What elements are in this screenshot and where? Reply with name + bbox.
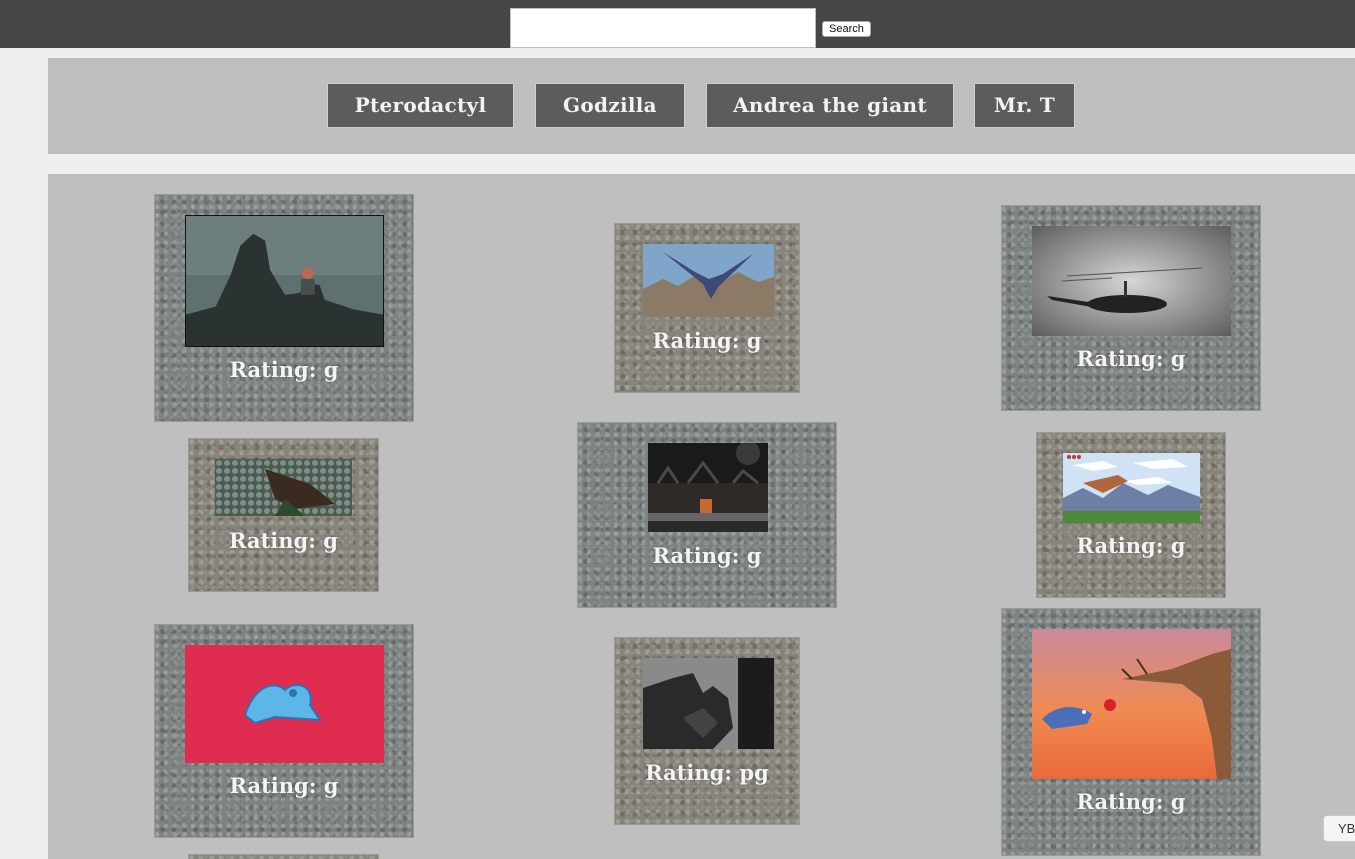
topic-button-godzilla[interactable]: Godzilla [535, 83, 685, 128]
gif-rating: Rating: g [1076, 789, 1186, 814]
gif-rating: Rating: g [652, 543, 762, 568]
gif-rating: Rating: g [229, 357, 339, 382]
gif-thumbnail[interactable] [185, 645, 384, 763]
gif-card[interactable]: Rating: g [1001, 205, 1261, 411]
search-input[interactable] [510, 8, 816, 48]
corner-tab[interactable]: YB [1323, 815, 1355, 842]
search-button[interactable]: Search [822, 21, 871, 37]
topic-button-mr-t[interactable]: Mr. T [974, 83, 1075, 128]
gif-card[interactable]: Rating: g [1001, 608, 1261, 856]
gif-rating: Rating: g [1076, 346, 1186, 371]
gif-rating: Rating: g [652, 328, 762, 353]
gif-card[interactable]: Rating: pg [614, 637, 800, 825]
gif-thumbnail[interactable] [643, 244, 774, 317]
gif-thumbnail[interactable] [1063, 453, 1200, 523]
gif-thumbnail[interactable] [643, 658, 774, 749]
gif-thumbnail[interactable] [648, 443, 768, 532]
gif-card[interactable]: Rating: g [188, 438, 379, 592]
gif-thumbnail[interactable] [215, 459, 352, 516]
gif-card[interactable]: Rating: g [577, 422, 837, 608]
topic-buttons-panel [48, 58, 1355, 154]
topic-button-andrea-the-giant[interactable]: Andrea the giant [706, 83, 954, 128]
gif-card[interactable]: Rating: g [154, 624, 414, 838]
gif-card[interactable]: Rating: g [154, 194, 414, 422]
gif-thumbnail[interactable] [1032, 629, 1231, 779]
gif-card[interactable]: Rating: g [1036, 432, 1226, 598]
gif-rating: Rating: g [229, 528, 338, 553]
gif-rating: Rating: g [229, 773, 339, 798]
gif-thumbnail[interactable] [185, 215, 384, 347]
gif-card[interactable] [188, 854, 379, 859]
gif-rating: Rating: pg [645, 760, 769, 785]
topic-button-pterodactyl[interactable]: Pterodactyl [327, 83, 514, 128]
gif-thumbnail[interactable] [1032, 226, 1231, 336]
gif-rating: Rating: g [1076, 533, 1186, 558]
gif-card[interactable]: Rating: g [614, 223, 800, 393]
